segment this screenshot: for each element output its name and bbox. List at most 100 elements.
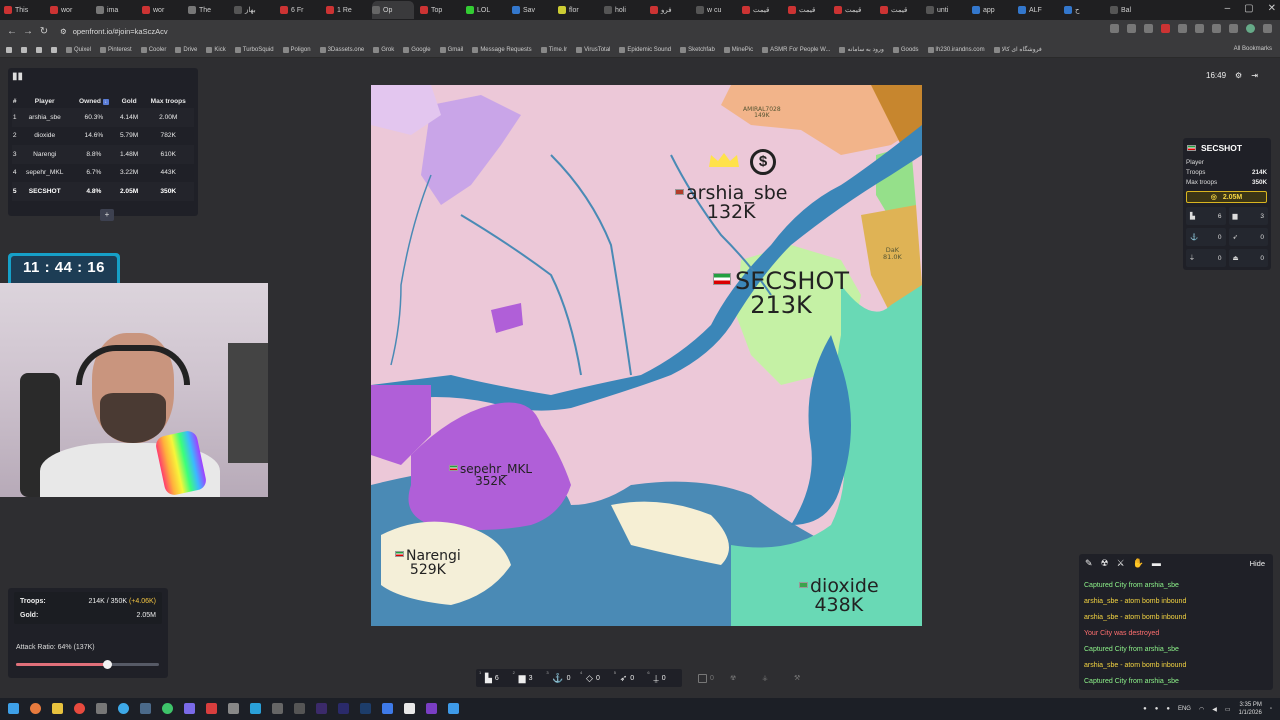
- bookmark-item[interactable]: Quixel: [66, 46, 91, 53]
- bookmark-item[interactable]: Grok: [373, 46, 394, 53]
- bookmark-item[interactable]: lh230.irandns.com: [927, 46, 985, 53]
- alliance-handshake-icon[interactable]: ✋: [1133, 558, 1144, 569]
- app-icon[interactable]: [382, 703, 393, 714]
- extension-icon[interactable]: [1229, 24, 1238, 33]
- label-dioxide[interactable]: dioxide 438K: [799, 577, 879, 615]
- browser-tab[interactable]: ح: [1064, 1, 1104, 19]
- bookmark-item[interactable]: فروشگاه ای کالا: [993, 46, 1042, 53]
- event-message[interactable]: arshia_sbe - atom bomb inbound: [1084, 658, 1186, 674]
- premiere-icon[interactable]: [338, 703, 349, 714]
- tray-icon[interactable]: ●: [1143, 706, 1147, 712]
- bookmark-item[interactable]: MinePic: [723, 46, 753, 53]
- attack-ratio-slider[interactable]: [16, 660, 159, 669]
- app-icon[interactable]: [96, 703, 107, 714]
- event-message[interactable]: arshia_sbe - atom bomb inbound: [1084, 610, 1186, 626]
- extension-icon[interactable]: [1161, 24, 1170, 33]
- label-dak[interactable]: DaK 81.0K: [883, 247, 902, 260]
- build-mirv[interactable]: ⚶: [762, 671, 778, 685]
- event-message[interactable]: Captured City from arshia_sbe: [1084, 578, 1186, 594]
- bookmark-item[interactable]: ASMR For People W...: [762, 46, 830, 53]
- build-atom-bomb[interactable]: 0: [698, 671, 714, 685]
- chrome-icon[interactable]: [74, 703, 85, 714]
- bookmark-item[interactable]: Goods: [892, 46, 919, 53]
- tray-icon[interactable]: ●: [1155, 706, 1159, 712]
- app-icon[interactable]: [448, 703, 459, 714]
- clock[interactable]: 3:35 PM 1/1/2026: [1239, 701, 1262, 717]
- label-arshia[interactable]: arshia_sbe 132K: [675, 184, 787, 222]
- bookmark-item[interactable]: Gmail: [439, 46, 463, 53]
- app-icon[interactable]: [21, 46, 27, 53]
- all-bookmarks-button[interactable]: All Bookmarks: [1234, 46, 1272, 52]
- hide-events-button[interactable]: Hide: [1250, 559, 1265, 568]
- header-gold[interactable]: Gold: [116, 94, 143, 108]
- app-icon[interactable]: [51, 46, 57, 53]
- volume-icon[interactable]: ◀: [1212, 706, 1217, 713]
- bookmark-item[interactable]: Google: [403, 46, 431, 53]
- file-explorer-icon[interactable]: [52, 703, 63, 714]
- event-message[interactable]: Captured City from arshia_sbe: [1084, 642, 1186, 658]
- build-defense-post[interactable]: 4 ◇ 0: [580, 670, 611, 685]
- browser-tab[interactable]: app: [972, 1, 1012, 19]
- browser-tab[interactable]: بهاز: [234, 1, 274, 19]
- bookmark-item[interactable]: VirusTotal: [576, 46, 610, 53]
- notifications-icon[interactable]: ▫: [1270, 706, 1272, 712]
- header-player[interactable]: Player: [17, 94, 72, 108]
- bookmark-item[interactable]: Message Requests: [472, 46, 532, 53]
- leaderboard-row[interactable]: 5 SECSHOT 4.8% 2.05M 350K: [12, 182, 194, 201]
- bookmark-item[interactable]: Cooler: [140, 46, 166, 53]
- browser-tab[interactable]: wor: [142, 1, 182, 19]
- bookmark-star-icon[interactable]: [1144, 24, 1153, 33]
- build-sam-launcher[interactable]: 6 ⍊ 0: [647, 670, 678, 685]
- browser-tab[interactable]: holi: [604, 1, 644, 19]
- map-terrain[interactable]: [371, 85, 922, 626]
- back-icon[interactable]: ←: [4, 26, 20, 37]
- photoshop-icon[interactable]: [360, 703, 371, 714]
- extension-icon[interactable]: [1195, 24, 1204, 33]
- browser-tab[interactable]: 6 Fr: [280, 1, 320, 19]
- event-message[interactable]: Your City was destroyed: [1084, 626, 1186, 642]
- app-icon[interactable]: [294, 703, 305, 714]
- bookmark-item[interactable]: Epidemic Sound: [619, 46, 671, 53]
- profile-avatar[interactable]: [1246, 24, 1255, 33]
- build-city[interactable]: 1 ▙ 6: [479, 670, 510, 685]
- build-missile-silo[interactable]: 5 ➶ 0: [614, 670, 645, 685]
- bookmark-item[interactable]: 3Dassets.one: [319, 46, 364, 53]
- browser-tab[interactable]: The: [188, 1, 228, 19]
- after-effects-icon[interactable]: [316, 703, 327, 714]
- bookmark-item[interactable]: ورود به سامانه: [839, 46, 884, 53]
- app-icon[interactable]: [426, 703, 437, 714]
- app-icon[interactable]: [272, 703, 283, 714]
- browser-tab[interactable]: unti: [926, 1, 966, 19]
- bookmark-item[interactable]: Kick: [206, 46, 226, 53]
- game-map[interactable]: $ arshia_sbe 132K SECSHOT 213K sepehr_MK…: [371, 85, 922, 626]
- telegram-icon[interactable]: [118, 703, 129, 714]
- bookmark-item[interactable]: Sketchfab: [680, 46, 715, 53]
- discord-icon[interactable]: [184, 703, 195, 714]
- build-warship[interactable]: ⚒: [794, 671, 810, 685]
- browser-tab[interactable]: wor: [50, 1, 90, 19]
- label-sepehr[interactable]: sepehr_MKL 352K: [449, 463, 532, 487]
- browser-tab[interactable]: قیمت: [834, 1, 874, 19]
- minimize-icon[interactable]: –: [1225, 3, 1231, 14]
- browser-tab[interactable]: قیمت: [742, 1, 782, 19]
- chat-icon[interactable]: ▬: [1152, 558, 1161, 569]
- steam-icon[interactable]: [140, 703, 151, 714]
- forward-icon[interactable]: →: [20, 26, 36, 37]
- language-indicator[interactable]: ENG: [1178, 706, 1191, 712]
- leaderboard-row[interactable]: 4 sepehr_MKL 6.7% 3.22M 443K: [12, 164, 194, 183]
- settings-gear-icon[interactable]: ⚙: [1235, 71, 1242, 80]
- leaderboard-icon[interactable]: ▮▮: [12, 71, 23, 82]
- browser-tab[interactable]: قیمت: [788, 1, 828, 19]
- leaderboard-expand-button[interactable]: +: [100, 209, 114, 221]
- label-amiral[interactable]: AMIRAL7028 149K: [743, 107, 781, 119]
- bookmark-item[interactable]: Time.Ir: [540, 46, 567, 53]
- extension-icon[interactable]: [1110, 24, 1119, 33]
- browser-tab[interactable]: Top: [420, 1, 460, 19]
- app-icon[interactable]: [228, 703, 239, 714]
- tray-icon[interactable]: ●: [1166, 706, 1170, 712]
- menu-icon[interactable]: [1263, 24, 1272, 33]
- app-icon[interactable]: [36, 46, 42, 53]
- bookmark-item[interactable]: TurboSquid: [234, 46, 274, 53]
- browser-tab[interactable]: ima: [96, 1, 136, 19]
- app-icon[interactable]: [404, 703, 415, 714]
